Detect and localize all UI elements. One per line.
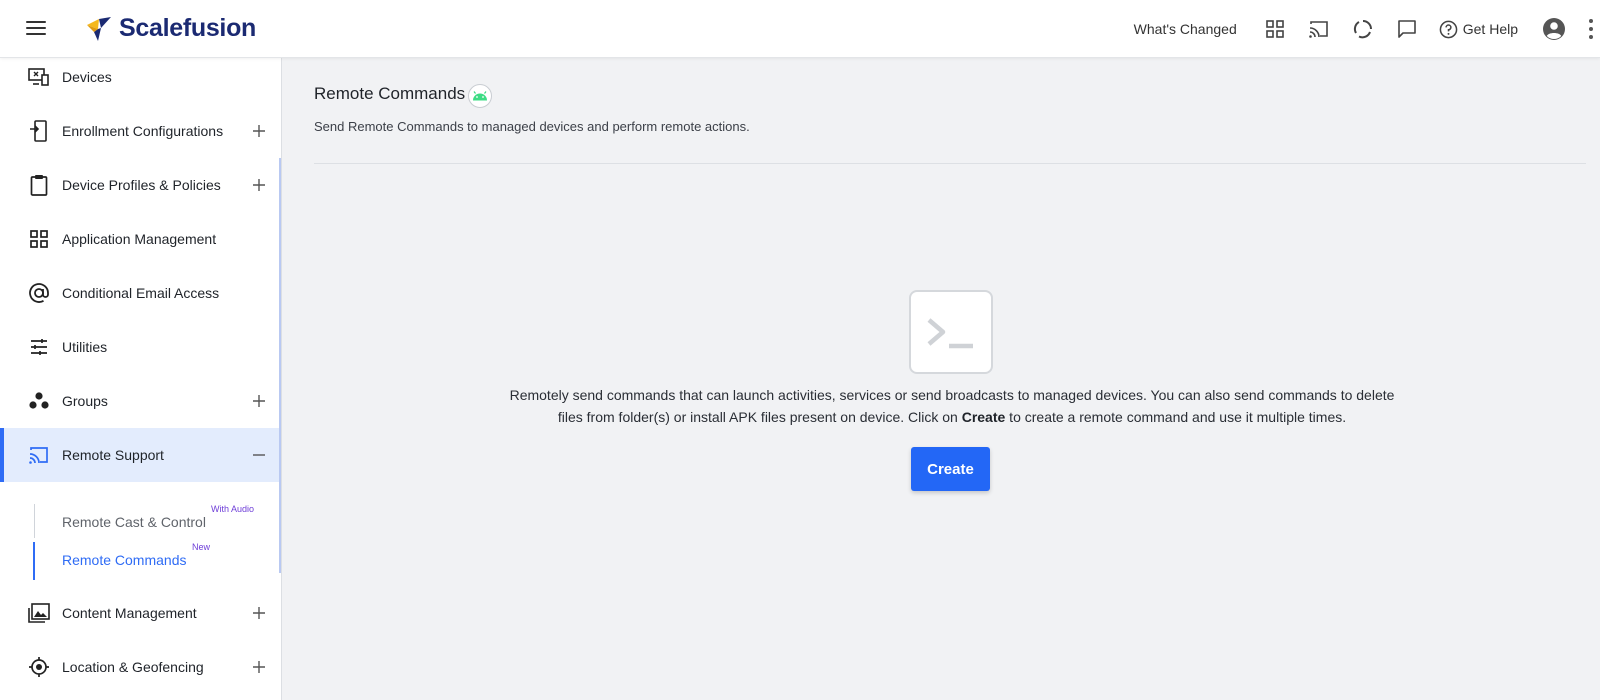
sidebar-item-content-management[interactable]: Content Management <box>0 586 281 640</box>
terminal-icon <box>909 290 993 374</box>
empty-state-line-1: Remotely send commands that can launch a… <box>509 387 1395 403</box>
create-button[interactable]: Create <box>911 447 990 491</box>
more-options-icon[interactable] <box>1588 17 1594 41</box>
expand-plus-icon[interactable] <box>252 660 266 674</box>
submenu-active-indicator <box>33 542 35 580</box>
whats-changed-link[interactable]: What's Changed <box>1134 21 1237 37</box>
sidebar-item-label: Application Management <box>62 231 217 247</box>
apps-grid-icon[interactable] <box>1263 17 1287 41</box>
expand-plus-icon[interactable] <box>252 394 266 408</box>
devices-icon <box>27 65 51 89</box>
with-audio-badge: With Audio <box>211 504 255 514</box>
brand-name: Scalefusion <box>119 14 257 42</box>
sidebar-item-label: Content Management <box>62 605 197 621</box>
sidebar-item-devices[interactable]: Devices <box>0 58 281 104</box>
sidebar-item-device-profiles-policies[interactable]: Device Profiles & Policies <box>0 158 281 212</box>
main-content: Remote Commands Send Remote Commands to … <box>282 58 1600 700</box>
sidebar-item-label: Device Profiles & Policies <box>62 177 221 193</box>
top-header: Scalefusion What's Changed Get Help <box>0 0 1600 58</box>
chat-message-icon[interactable] <box>1395 17 1419 41</box>
empty-state-line-2: files from folder(s) or install APK file… <box>557 409 1347 425</box>
sidebar-item-enrollment-configurations[interactable]: Enrollment Configurations <box>0 104 281 158</box>
expand-plus-icon[interactable] <box>252 606 266 620</box>
sidebar-item-label: Conditional Email Access <box>62 285 220 301</box>
at-sign-icon <box>27 281 51 305</box>
sidebar-item-groups[interactable]: Groups <box>0 374 281 428</box>
sidebar-item-label: Enrollment Configurations <box>62 123 224 139</box>
sidebar-item-label: Groups <box>62 393 108 409</box>
brand-logo[interactable]: Scalefusion <box>85 14 256 43</box>
submenu-item-remote-cast-control[interactable]: Remote Cast & Control With Audio <box>62 504 254 530</box>
sidebar-item-conditional-email-access[interactable]: Conditional Email Access <box>0 266 281 320</box>
cast-icon <box>27 443 51 467</box>
new-badge: New <box>192 542 211 552</box>
submenu-item-label: Remote Commands <box>62 552 187 568</box>
sidebar-scrollbar[interactable] <box>279 158 281 573</box>
image-library-icon <box>27 601 51 625</box>
sidebar-item-location-geofencing[interactable]: Location & Geofencing <box>0 640 281 694</box>
submenu-guide-line <box>34 504 35 538</box>
submenu-item-remote-commands[interactable]: Remote Commands New <box>62 542 210 568</box>
apps-grid-icon <box>27 227 51 251</box>
page-subtitle: Send Remote Commands to managed devices … <box>314 119 750 134</box>
sidebar-item-label: Location & Geofencing <box>62 659 204 675</box>
sidebar-item-remote-support[interactable]: Remote Support <box>0 428 281 482</box>
hamburger-menu-icon[interactable] <box>24 18 48 40</box>
enrollment-icon <box>27 119 51 143</box>
help-circle-icon <box>1439 20 1458 38</box>
sidebar-item-label: Remote Support <box>62 447 164 463</box>
submenu-item-label: Remote Cast & Control <box>62 514 206 530</box>
expand-plus-icon[interactable] <box>252 178 266 192</box>
get-help-button[interactable]: Get Help <box>1439 20 1518 39</box>
groups-icon <box>27 389 51 413</box>
create-keyword: Create <box>961 409 1006 425</box>
sync-progress-icon[interactable] <box>1351 17 1375 41</box>
user-avatar-icon[interactable] <box>1542 17 1566 41</box>
sidebar-item-utilities[interactable]: Utilities <box>0 320 281 374</box>
sidebar-item-label: Devices <box>62 69 112 85</box>
crosshair-icon <box>27 655 51 679</box>
clipboard-icon <box>27 173 51 197</box>
cast-icon[interactable] <box>1307 17 1331 41</box>
sidebar-item-application-management[interactable]: Application Management <box>0 212 281 266</box>
android-icon <box>468 84 492 108</box>
header-divider <box>314 163 1586 164</box>
sliders-icon <box>27 335 51 359</box>
collapse-minus-icon[interactable] <box>252 448 266 462</box>
page-title: Remote Commands <box>314 84 466 103</box>
get-help-label: Get Help <box>1462 21 1518 37</box>
expand-plus-icon[interactable] <box>252 124 266 138</box>
sidebar-nav: Devices Enrollment Configurations Device… <box>0 58 282 700</box>
empty-state-description: Remotely send commands that can launch a… <box>482 384 1422 428</box>
scalefusion-logo-icon <box>87 16 111 41</box>
sidebar-item-label: Utilities <box>62 339 108 355</box>
